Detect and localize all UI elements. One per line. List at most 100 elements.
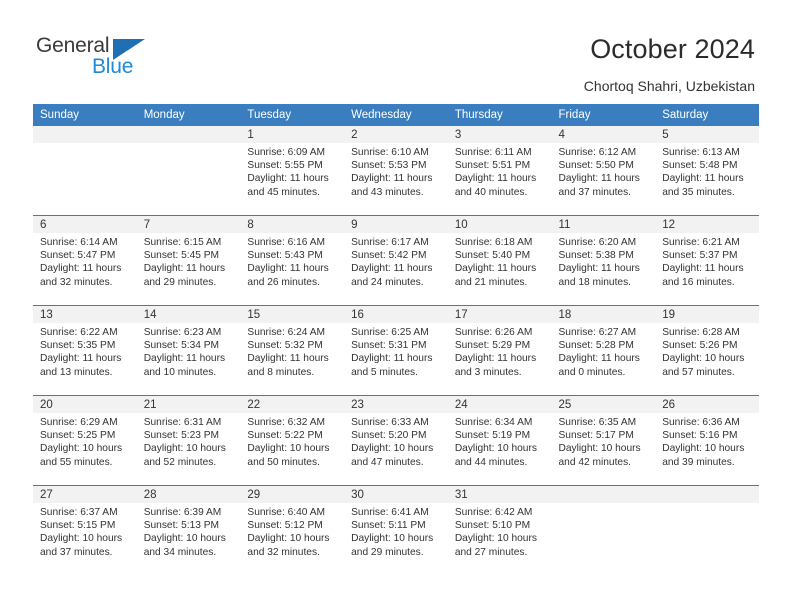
day-number: 11 bbox=[551, 216, 656, 233]
calendar-day: 21 Sunrise: 6:31 AM Sunset: 5:23 PM Dayligh… bbox=[136, 396, 241, 485]
daylight-duration-line2: and 47 minutes. bbox=[351, 456, 424, 468]
day-details: Sunrise: 6:23 AM Sunset: 5:34 PM Daylight:… bbox=[137, 323, 241, 379]
day-details: Sunrise: 6:34 AM Sunset: 5:19 PM Daylight:… bbox=[448, 413, 552, 469]
day-number: 21 bbox=[136, 396, 241, 413]
daylight-duration-line2: and 32 minutes. bbox=[247, 546, 320, 558]
day-number: 20 bbox=[33, 396, 137, 413]
calendar-day: 24 Sunrise: 6:34 AM Sunset: 5:19 PM Dayligh… bbox=[447, 396, 552, 485]
calendar-day-cell[interactable]: 21 Sunrise: 6:31 AM Sunset: 5:23 PM Dayligh… bbox=[136, 395, 241, 486]
calendar-day: 16 Sunrise: 6:25 AM Sunset: 5:31 PM Dayligh… bbox=[344, 306, 448, 395]
calendar-day-cell[interactable]: 18 Sunrise: 6:27 AM Sunset: 5:28 PM Dayligh… bbox=[551, 305, 656, 396]
calendar-page: General Blue October 2024 Chortoq Shahri… bbox=[0, 0, 792, 612]
calendar-day-cell[interactable]: 30 Sunrise: 6:41 AM Sunset: 5:11 PM Dayligh… bbox=[344, 485, 448, 575]
sunrise-time: Sunrise: 6:21 AM bbox=[662, 237, 740, 248]
daylight-duration-line1: Daylight: 10 hours bbox=[40, 443, 123, 455]
calendar-day-cell[interactable]: 6 Sunrise: 6:14 AM Sunset: 5:47 PM Daylight… bbox=[33, 215, 137, 306]
calendar-day-cell[interactable]: 25 Sunrise: 6:35 AM Sunset: 5:17 PM Dayligh… bbox=[551, 395, 656, 486]
calendar-day-cell[interactable]: 16 Sunrise: 6:25 AM Sunset: 5:31 PM Dayligh… bbox=[344, 305, 448, 396]
calendar-day-cell[interactable]: 13 Sunrise: 6:22 AM Sunset: 5:35 PM Dayligh… bbox=[33, 305, 137, 396]
calendar-day-cell[interactable]: 11 Sunrise: 6:20 AM Sunset: 5:38 PM Dayligh… bbox=[551, 215, 656, 306]
calendar-day-cell[interactable]: 15 Sunrise: 6:24 AM Sunset: 5:32 PM Dayligh… bbox=[240, 305, 345, 396]
sunset-time: Sunset: 5:45 PM bbox=[143, 250, 220, 262]
sunrise-time: Sunrise: 6:27 AM bbox=[558, 327, 637, 338]
sunrise-time: Sunrise: 6:22 AM bbox=[40, 327, 118, 338]
calendar-day-cell[interactable]: 14 Sunrise: 6:23 AM Sunset: 5:34 PM Dayligh… bbox=[136, 305, 241, 396]
calendar-day-cell[interactable]: 23 Sunrise: 6:33 AM Sunset: 5:20 PM Dayligh… bbox=[344, 395, 448, 486]
day-number: 8 bbox=[240, 216, 345, 233]
sunset-time: Sunset: 5:23 PM bbox=[143, 430, 220, 442]
calendar-day-cell[interactable]: 7 Sunrise: 6:15 AM Sunset: 5:45 PM Daylight… bbox=[136, 215, 241, 306]
calendar-week-row: 27 Sunrise: 6:37 AM Sunset: 5:15 PM Dayligh… bbox=[33, 485, 759, 575]
daylight-duration-line1: Daylight: 10 hours bbox=[40, 533, 123, 545]
calendar-day-cell[interactable]: 24 Sunrise: 6:34 AM Sunset: 5:19 PM Dayligh… bbox=[447, 395, 552, 486]
calendar-day-cell[interactable] bbox=[136, 126, 241, 216]
daylight-duration-line2: and 55 minutes. bbox=[40, 456, 113, 468]
calendar-day-cell[interactable]: 26 Sunrise: 6:36 AM Sunset: 5:16 PM Dayligh… bbox=[655, 395, 759, 486]
calendar-day-cell[interactable]: 1 Sunrise: 6:09 AM Sunset: 5:55 PM Daylight… bbox=[240, 126, 345, 216]
sunset-time: Sunset: 5:15 PM bbox=[40, 520, 116, 532]
sunset-time: Sunset: 5:35 PM bbox=[40, 340, 116, 352]
calendar-day: 27 Sunrise: 6:37 AM Sunset: 5:15 PM Dayligh… bbox=[33, 486, 137, 575]
calendar-day-cell[interactable]: 27 Sunrise: 6:37 AM Sunset: 5:15 PM Dayligh… bbox=[33, 485, 137, 575]
calendar-day-cell[interactable]: 19 Sunrise: 6:28 AM Sunset: 5:26 PM Dayligh… bbox=[655, 305, 759, 396]
daylight-duration-line1: Daylight: 11 hours bbox=[558, 353, 640, 365]
calendar-day: 11 Sunrise: 6:20 AM Sunset: 5:38 PM Dayligh… bbox=[551, 216, 656, 305]
day-number: 16 bbox=[344, 306, 448, 323]
daylight-duration-line1: Daylight: 10 hours bbox=[662, 353, 745, 365]
day-number: 14 bbox=[136, 306, 241, 323]
calendar-day-cell[interactable]: 28 Sunrise: 6:39 AM Sunset: 5:13 PM Dayligh… bbox=[136, 485, 241, 575]
day-details: Sunrise: 6:14 AM Sunset: 5:47 PM Daylight:… bbox=[33, 233, 137, 289]
calendar-day-cell[interactable]: 2 Sunrise: 6:10 AM Sunset: 5:53 PM Daylight… bbox=[344, 126, 448, 216]
calendar-day-cell[interactable] bbox=[551, 485, 656, 575]
sunset-time: Sunset: 5:11 PM bbox=[351, 520, 426, 532]
sunset-time: Sunset: 5:55 PM bbox=[247, 160, 323, 172]
sunrise-time: Sunrise: 6:28 AM bbox=[662, 327, 740, 338]
calendar-day-cell[interactable]: 31 Sunrise: 6:42 AM Sunset: 5:10 PM Dayligh… bbox=[447, 485, 552, 575]
daylight-duration-line2: and 16 minutes. bbox=[662, 276, 735, 288]
calendar-day-cell[interactable] bbox=[655, 485, 759, 575]
daylight-duration-line2: and 3 minutes. bbox=[454, 366, 522, 378]
calendar-day: 9 Sunrise: 6:17 AM Sunset: 5:42 PM Daylight… bbox=[344, 216, 448, 305]
sunrise-time: Sunrise: 6:31 AM bbox=[143, 417, 222, 428]
day-details: Sunrise: 6:20 AM Sunset: 5:38 PM Daylight:… bbox=[552, 233, 656, 289]
calendar-day-cell[interactable]: 20 Sunrise: 6:29 AM Sunset: 5:25 PM Dayligh… bbox=[33, 395, 137, 486]
calendar-day-cell[interactable]: 9 Sunrise: 6:17 AM Sunset: 5:42 PM Daylight… bbox=[344, 215, 448, 306]
sunset-time: Sunset: 5:26 PM bbox=[662, 340, 738, 352]
calendar-body: 1 Sunrise: 6:09 AM Sunset: 5:55 PM Daylight… bbox=[33, 126, 759, 575]
sunrise-time: Sunrise: 6:23 AM bbox=[143, 327, 222, 338]
calendar-day-cell[interactable]: 12 Sunrise: 6:21 AM Sunset: 5:37 PM Dayligh… bbox=[655, 215, 759, 306]
calendar-day-cell[interactable] bbox=[33, 126, 137, 216]
generalblue-logo[interactable]: General Blue bbox=[36, 34, 216, 90]
calendar-day-cell[interactable]: 17 Sunrise: 6:26 AM Sunset: 5:29 PM Dayligh… bbox=[447, 305, 552, 396]
day-number: 26 bbox=[655, 396, 759, 413]
day-number: 4 bbox=[551, 126, 656, 143]
logo-text-blue: Blue bbox=[92, 55, 134, 78]
calendar-day-cell[interactable]: 10 Sunrise: 6:18 AM Sunset: 5:40 PM Dayligh… bbox=[447, 215, 552, 306]
calendar-day: 13 Sunrise: 6:22 AM Sunset: 5:35 PM Dayligh… bbox=[33, 306, 137, 395]
sunset-time: Sunset: 5:25 PM bbox=[40, 430, 116, 442]
day-details: Sunrise: 6:37 AM Sunset: 5:15 PM Daylight:… bbox=[33, 503, 137, 559]
daylight-duration-line2: and 42 minutes. bbox=[558, 456, 632, 468]
weekday-header-sunday: Sunday bbox=[33, 104, 137, 126]
calendar-day-cell[interactable]: 8 Sunrise: 6:16 AM Sunset: 5:43 PM Daylight… bbox=[240, 215, 345, 306]
calendar-week-row: 1 Sunrise: 6:09 AM Sunset: 5:55 PM Daylight… bbox=[33, 126, 759, 216]
sunset-time: Sunset: 5:19 PM bbox=[454, 430, 531, 442]
calendar-day-cell[interactable]: 29 Sunrise: 6:40 AM Sunset: 5:12 PM Dayligh… bbox=[240, 485, 345, 575]
day-number bbox=[33, 126, 137, 143]
calendar-day-cell[interactable]: 5 Sunrise: 6:13 AM Sunset: 5:48 PM Daylight… bbox=[655, 126, 759, 216]
calendar-day-cell[interactable]: 22 Sunrise: 6:32 AM Sunset: 5:22 PM Dayligh… bbox=[240, 395, 345, 486]
sunrise-time: Sunrise: 6:13 AM bbox=[662, 147, 740, 158]
calendar-day: 28 Sunrise: 6:39 AM Sunset: 5:13 PM Dayligh… bbox=[136, 486, 241, 575]
calendar-day-cell[interactable]: 4 Sunrise: 6:12 AM Sunset: 5:50 PM Daylight… bbox=[551, 126, 656, 216]
sunrise-time: Sunrise: 6:36 AM bbox=[662, 417, 740, 428]
day-details: Sunrise: 6:25 AM Sunset: 5:31 PM Daylight:… bbox=[344, 323, 448, 379]
daylight-duration-line1: Daylight: 10 hours bbox=[351, 533, 434, 545]
day-number: 13 bbox=[33, 306, 137, 323]
sunset-time: Sunset: 5:51 PM bbox=[454, 160, 531, 172]
sunrise-time: Sunrise: 6:09 AM bbox=[247, 147, 325, 158]
day-details: Sunrise: 6:16 AM Sunset: 5:43 PM Daylight:… bbox=[240, 233, 344, 289]
calendar-day: 23 Sunrise: 6:33 AM Sunset: 5:20 PM Dayligh… bbox=[344, 396, 448, 485]
calendar-day-cell[interactable]: 3 Sunrise: 6:11 AM Sunset: 5:51 PM Daylight… bbox=[447, 126, 552, 216]
daylight-duration-line1: Daylight: 11 hours bbox=[143, 263, 226, 275]
calendar-header-row: Sunday Monday Tuesday Wednesday Thursday… bbox=[33, 104, 759, 126]
